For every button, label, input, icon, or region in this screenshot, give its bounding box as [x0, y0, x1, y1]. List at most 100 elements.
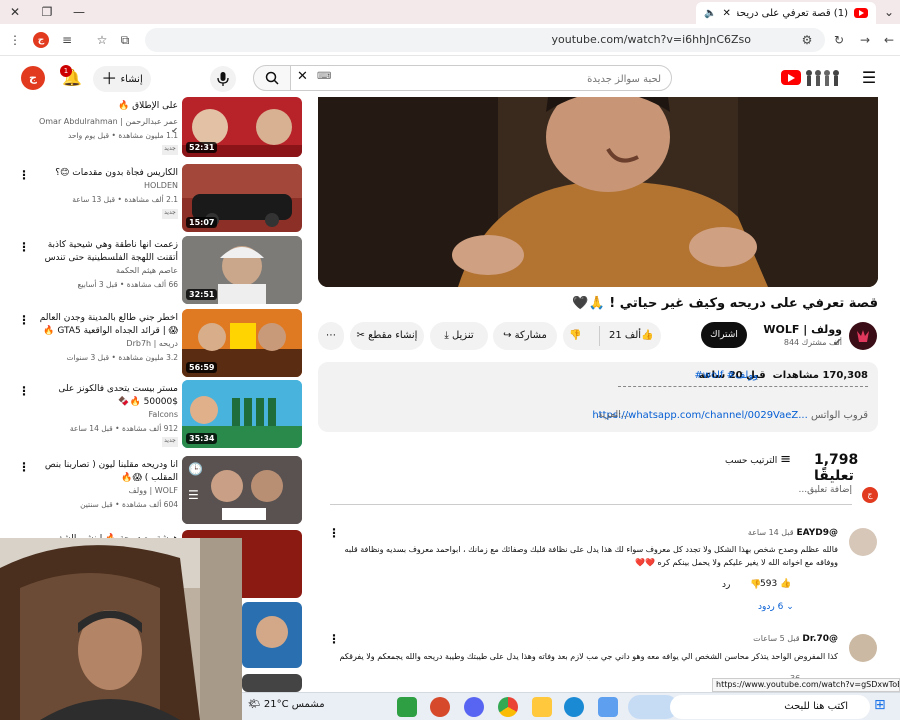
share-button[interactable]: ↪ مشاركة: [493, 322, 557, 350]
clear-search-icon[interactable]: ✕: [297, 69, 308, 84]
watch-later-icon[interactable]: 🕒: [188, 462, 203, 476]
video-channel[interactable]: Falcons: [30, 410, 178, 419]
video-title[interactable]: انا ودريحه مقلبنا ليون ( تصاربنا بنص الم…: [30, 459, 178, 485]
more-options-icon[interactable]: ⋮: [18, 384, 30, 398]
replies-toggle[interactable]: ⌄ 6 ردود: [758, 602, 794, 612]
close-window-icon[interactable]: ✕: [2, 3, 28, 21]
video-thumbnail[interactable]: 🕒 ☰: [182, 456, 302, 524]
more-actions-button[interactable]: ⋯: [318, 322, 344, 350]
bookmark-star-icon[interactable]: ☆: [93, 31, 111, 49]
video-duration: 15:07: [186, 217, 218, 228]
tab-close-icon[interactable]: ✕: [722, 8, 730, 19]
comment-menu-icon[interactable]: ⋮: [328, 526, 340, 540]
discord-app-icon[interactable]: [464, 697, 484, 717]
tab-search-icon[interactable]: ⌄: [876, 3, 900, 21]
video-channel[interactable]: عاصم هيثم الحكمة: [30, 266, 178, 275]
weather-widget[interactable]: 🌤 21°C مشمس: [248, 699, 325, 710]
comment-reply-button[interactable]: رد: [722, 580, 730, 590]
video-thumbnail[interactable]: 35:34: [182, 380, 302, 448]
comment-author[interactable]: @Dr.70: [802, 634, 838, 644]
more-options-icon[interactable]: ⋮: [18, 313, 30, 327]
channel-avatar[interactable]: [849, 322, 877, 350]
search-input[interactable]: [341, 70, 661, 88]
subscribe-button[interactable]: اشتراك: [701, 322, 747, 348]
menu-kebab-icon[interactable]: ⋮: [6, 31, 24, 49]
create-button[interactable]: ＋ إنشاء: [93, 66, 151, 92]
download-button[interactable]: ⤓ تنزيل: [430, 322, 488, 350]
comment-menu-icon[interactable]: ⋮: [328, 632, 340, 646]
restore-window-icon[interactable]: ❐: [34, 3, 60, 21]
list-item[interactable]: 15:07 ⋮ الكاريس فجأة بدون مقدمات 😊؟ HOLD…: [0, 164, 302, 234]
site-settings-icon[interactable]: ⚙: [798, 31, 816, 49]
file-explorer-icon[interactable]: [532, 697, 552, 717]
status-bar-url: https://www.youtube.com/watch?v=gSDxwToE…: [712, 678, 900, 692]
description-box[interactable]: 170,308 مشاهدات قبل 20 ساعة #wolf #وولف …: [318, 362, 878, 432]
minimize-window-icon[interactable]: —: [66, 3, 92, 21]
search-box: ✕ ⌨: [290, 65, 672, 91]
sort-icon: ≡: [780, 452, 792, 467]
video-thumbnail[interactable]: 52:31: [182, 97, 302, 157]
taskbar-search[interactable]: اكتب هنا للبحث: [670, 695, 870, 719]
more-options-icon[interactable]: ⋮: [18, 460, 30, 474]
list-item[interactable]: 52:31 على الإطلاق 🔥 Omar Abdulrahman | ع…: [0, 97, 302, 157]
video-channel[interactable]: Drb7h | دريحه: [30, 339, 178, 348]
reading-list-icon[interactable]: ≡: [58, 31, 76, 49]
more-options-icon[interactable]: ⋮: [18, 240, 30, 254]
video-channel[interactable]: HOLDEN: [30, 181, 178, 190]
list-item[interactable]: 35:34 ⋮ مستر بيست يتحدى فالكونز على $500…: [0, 380, 302, 450]
tab-youtube[interactable]: (1) قصة تعرفي على دريحة و... ✕ 🔈: [696, 2, 876, 24]
add-comment-input[interactable]: إضافة تعليق...: [330, 485, 852, 505]
description-tags[interactable]: #wolf #وولف: [694, 370, 758, 381]
youtube-logo[interactable]: [781, 68, 843, 88]
list-item[interactable]: 🕒 ☰ ⋮ انا ودريحه مقلبنا ليون ( تصاربنا ب…: [0, 456, 302, 526]
whatsapp-link[interactable]: https://whatsapp.com/channel/0029VaeZ...…: [592, 410, 868, 421]
profile-avatar[interactable]: ج: [33, 32, 49, 48]
video-player[interactable]: [318, 97, 878, 287]
back-icon[interactable]: ←: [880, 31, 898, 49]
edge-app-icon[interactable]: [564, 697, 584, 717]
hamburger-menu-icon[interactable]: ☰: [860, 69, 878, 87]
notepad-app-icon[interactable]: [397, 697, 417, 717]
video-thumbnail[interactable]: [242, 674, 302, 692]
show-more-link[interactable]: ...المزيد: [598, 410, 629, 420]
video-duration: 56:59: [186, 362, 218, 373]
list-item[interactable]: 56:59 ⋮ اخطر جني طالع بالمدينة وجدن العا…: [0, 309, 302, 379]
video-title[interactable]: الكاريس فجأة بدون مقدمات 😊؟: [30, 167, 178, 180]
video-thumbnail[interactable]: 56:59: [182, 309, 302, 377]
task-view-icon[interactable]: [598, 697, 618, 717]
windows-start-icon[interactable]: ⊞: [874, 697, 886, 713]
like-icon[interactable]: 👍: [641, 322, 653, 350]
comment-author[interactable]: @EAYD9: [796, 528, 838, 538]
add-to-queue-icon[interactable]: ☰: [188, 488, 199, 502]
list-item[interactable]: 32:51 ⋮ زعمت انها ناطقة وهي شيحية كاذبة …: [0, 236, 302, 306]
install-app-icon[interactable]: ⧉: [116, 31, 134, 49]
commenter-avatar[interactable]: [849, 528, 877, 556]
video-thumbnail[interactable]: 15:07: [182, 164, 302, 232]
video-title[interactable]: مستر بيست يتحدى فالكونز على $50000 🔥🍫: [30, 383, 178, 409]
voice-search-icon[interactable]: [210, 66, 236, 92]
recorder-app-icon[interactable]: [430, 697, 450, 717]
video-title[interactable]: على الإطلاق 🔥: [30, 100, 178, 113]
sort-button[interactable]: الترتيب حسب ≡: [725, 452, 791, 467]
comment-dislike-icon[interactable]: 👎: [750, 580, 761, 590]
video-title[interactable]: اخطر جني طالع بالمدينة وجدن العالم 😱 | ق…: [30, 312, 178, 338]
keyboard-icon[interactable]: ⌨: [317, 71, 331, 82]
like-dislike-group: 👎 21 ألف 👍: [563, 322, 661, 350]
more-options-icon[interactable]: ⋮: [18, 168, 30, 182]
account-avatar[interactable]: ج: [21, 66, 45, 90]
video-channel[interactable]: وولف | WOLF: [30, 486, 179, 495]
chrome-app-icon[interactable]: [498, 697, 518, 717]
search-button[interactable]: [253, 65, 291, 91]
url-field[interactable]: youtube.com/watch?v=i6hhJnC6Zso: [145, 28, 825, 52]
comment-like-icon[interactable]: 👍: [780, 579, 791, 589]
video-thumbnail[interactable]: 32:51: [182, 236, 302, 304]
video-thumbnail[interactable]: [242, 602, 302, 668]
reload-icon[interactable]: ↻: [830, 31, 848, 49]
clip-button[interactable]: ✂ إنشاء مقطع: [350, 322, 424, 350]
commenter-avatar[interactable]: [849, 634, 877, 662]
dislike-icon[interactable]: 👎: [569, 322, 581, 350]
forward-icon[interactable]: →: [856, 31, 874, 49]
video-title[interactable]: زعمت انها ناطقة وهي شيحية كاذبة أتقنت ال…: [30, 239, 178, 266]
audio-icon[interactable]: 🔈: [704, 8, 716, 19]
like-count[interactable]: 21 ألف: [609, 322, 641, 350]
